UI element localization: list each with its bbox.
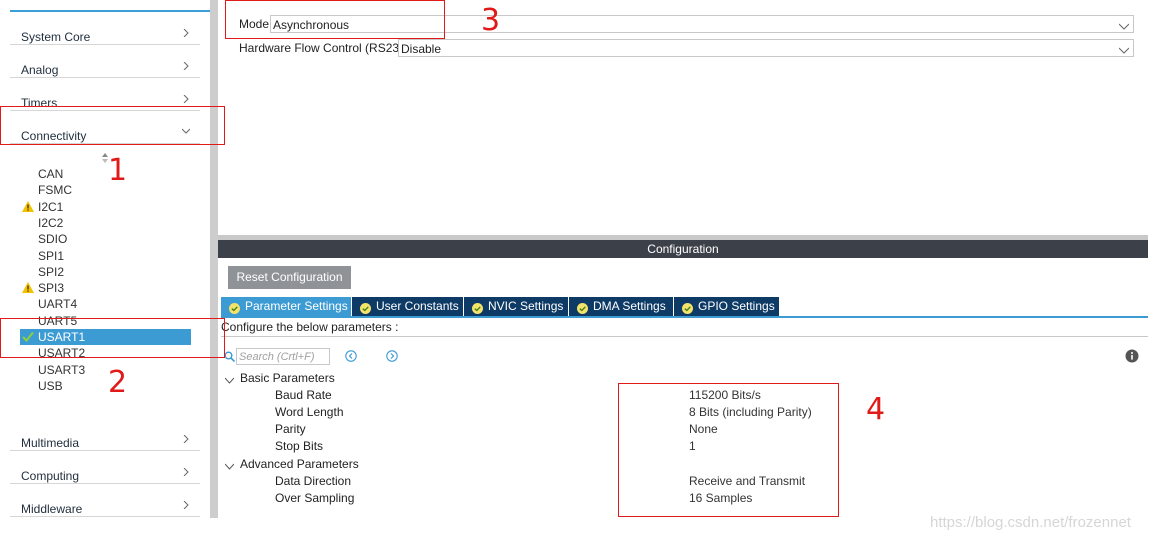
tab-parameter-settings[interactable]: Parameter Settings	[221, 297, 352, 316]
peripheral-label: USB	[38, 379, 63, 393]
watermark: https://blog.csdn.net/frozennet	[930, 514, 1131, 531]
peripheral-item-can[interactable]: CAN	[20, 166, 191, 182]
category-label: Multimedia	[21, 436, 80, 450]
peripheral-label: FSMC	[38, 183, 72, 197]
peripheral-label: SPI2	[38, 265, 65, 279]
peripheral-item-usart3[interactable]: USART3	[20, 362, 191, 378]
category-sidebar: System Core Analog Timers Connectivity C…	[0, 0, 210, 540]
peripheral-label: I2C1	[38, 200, 64, 214]
annotation-number-3: 3	[481, 3, 501, 38]
group-label: Advanced Parameters	[240, 457, 359, 471]
chevron-right-icon	[182, 468, 190, 476]
param-name-stop-bits: Stop Bits	[275, 439, 324, 453]
peripheral-label: CAN	[38, 167, 64, 181]
peripheral-item-spi3[interactable]: SPI3	[20, 280, 191, 296]
chevron-right-icon	[182, 62, 190, 70]
tab-label: DMA Settings	[593, 299, 666, 313]
annotation-box-4	[618, 383, 839, 517]
annotation-box-1	[0, 106, 225, 145]
category-middleware[interactable]: Middleware	[10, 489, 200, 517]
info-icon[interactable]	[1125, 349, 1139, 363]
checkmark-icon	[360, 301, 371, 314]
warning-triangle-icon	[22, 201, 34, 212]
category-system-core[interactable]: System Core	[10, 17, 200, 45]
tab-label: NVIC Settings	[488, 299, 564, 313]
checkmark-icon	[577, 301, 588, 314]
peripheral-item-fsmc[interactable]: FSMC	[20, 182, 191, 198]
annotation-number-2: 2	[108, 365, 128, 400]
search-icon	[224, 351, 236, 363]
tab-underline	[221, 316, 1148, 318]
previous-match-icon[interactable]	[345, 350, 357, 362]
annotation-box-3	[225, 0, 445, 39]
peripheral-item-i2c1[interactable]: I2C1	[20, 199, 191, 215]
chevron-right-icon	[182, 501, 190, 509]
next-match-icon[interactable]	[386, 350, 398, 362]
category-multimedia[interactable]: Multimedia	[10, 423, 200, 451]
category-label: Computing	[21, 469, 80, 483]
peripheral-item-spi2[interactable]: SPI2	[20, 264, 191, 280]
annotation-box-2	[0, 318, 225, 358]
peripheral-label: SDIO	[38, 232, 68, 246]
sidebar-scrollbar[interactable]	[210, 0, 218, 518]
tab-user-constants[interactable]: User Constants	[352, 297, 464, 316]
checkmark-icon	[229, 301, 240, 314]
annotation-number-4: 4	[866, 392, 886, 427]
peripheral-item-i2c2[interactable]: I2C2	[20, 215, 191, 231]
peripheral-item-sdio[interactable]: SDIO	[20, 231, 191, 247]
peripheral-item-uart4[interactable]: UART4	[20, 296, 191, 312]
peripheral-label: UART4	[38, 297, 78, 311]
param-name-over-sampling: Over Sampling	[275, 491, 355, 505]
param-name-data-direction: Data Direction	[275, 474, 352, 488]
category-computing[interactable]: Computing	[10, 456, 200, 484]
tab-gpio-settings[interactable]: GPIO Settings	[674, 297, 780, 316]
group-label: Basic Parameters	[240, 371, 335, 385]
warning-triangle-icon	[22, 282, 34, 293]
chevron-right-icon	[182, 435, 190, 443]
param-name-parity: Parity	[275, 422, 306, 436]
category-label: System Core	[21, 30, 91, 44]
tab-label: Parameter Settings	[245, 299, 348, 313]
chevron-down-icon	[224, 374, 235, 384]
tab-dma-settings[interactable]: DMA Settings	[569, 297, 674, 316]
flow-control-value: Disable	[401, 42, 442, 56]
checkmark-icon	[472, 301, 483, 314]
peripheral-label: SPI3	[38, 281, 65, 295]
param-name-word-length: Word Length	[275, 405, 344, 419]
category-analog[interactable]: Analog	[10, 50, 200, 78]
peripheral-item-spi1[interactable]: SPI1	[20, 248, 191, 264]
flow-control-select[interactable]: Disable	[398, 39, 1134, 57]
configuration-header: Configuration	[218, 240, 1148, 258]
reset-configuration-button[interactable]: Reset Configuration	[228, 266, 351, 289]
chevron-right-icon	[182, 95, 190, 103]
tab-label: GPIO Settings	[698, 299, 775, 313]
peripheral-label: SPI1	[38, 249, 65, 263]
tab-label: User Constants	[376, 299, 459, 313]
peripheral-item-usb[interactable]: USB	[20, 378, 191, 394]
configure-hint: Configure the below parameters :	[221, 320, 1148, 337]
sidebar-top-accent	[10, 10, 210, 12]
chevron-down-icon	[1118, 44, 1130, 54]
chevron-down-icon	[1118, 20, 1130, 30]
param-name-baud-rate: Baud Rate	[275, 388, 332, 402]
search-input[interactable]	[236, 348, 330, 365]
peripheral-label: I2C2	[38, 216, 64, 230]
peripheral-label: USART3	[38, 363, 86, 377]
chevron-right-icon	[182, 29, 190, 37]
checkmark-icon	[682, 301, 693, 314]
chevron-down-icon	[224, 460, 235, 470]
flow-control-label: Hardware Flow Control (RS232)	[239, 41, 410, 55]
annotation-number-1: 1	[108, 153, 128, 188]
category-label: Analog	[21, 63, 59, 77]
tab-nvic-settings[interactable]: NVIC Settings	[464, 297, 569, 316]
category-label: Middleware	[21, 502, 83, 516]
